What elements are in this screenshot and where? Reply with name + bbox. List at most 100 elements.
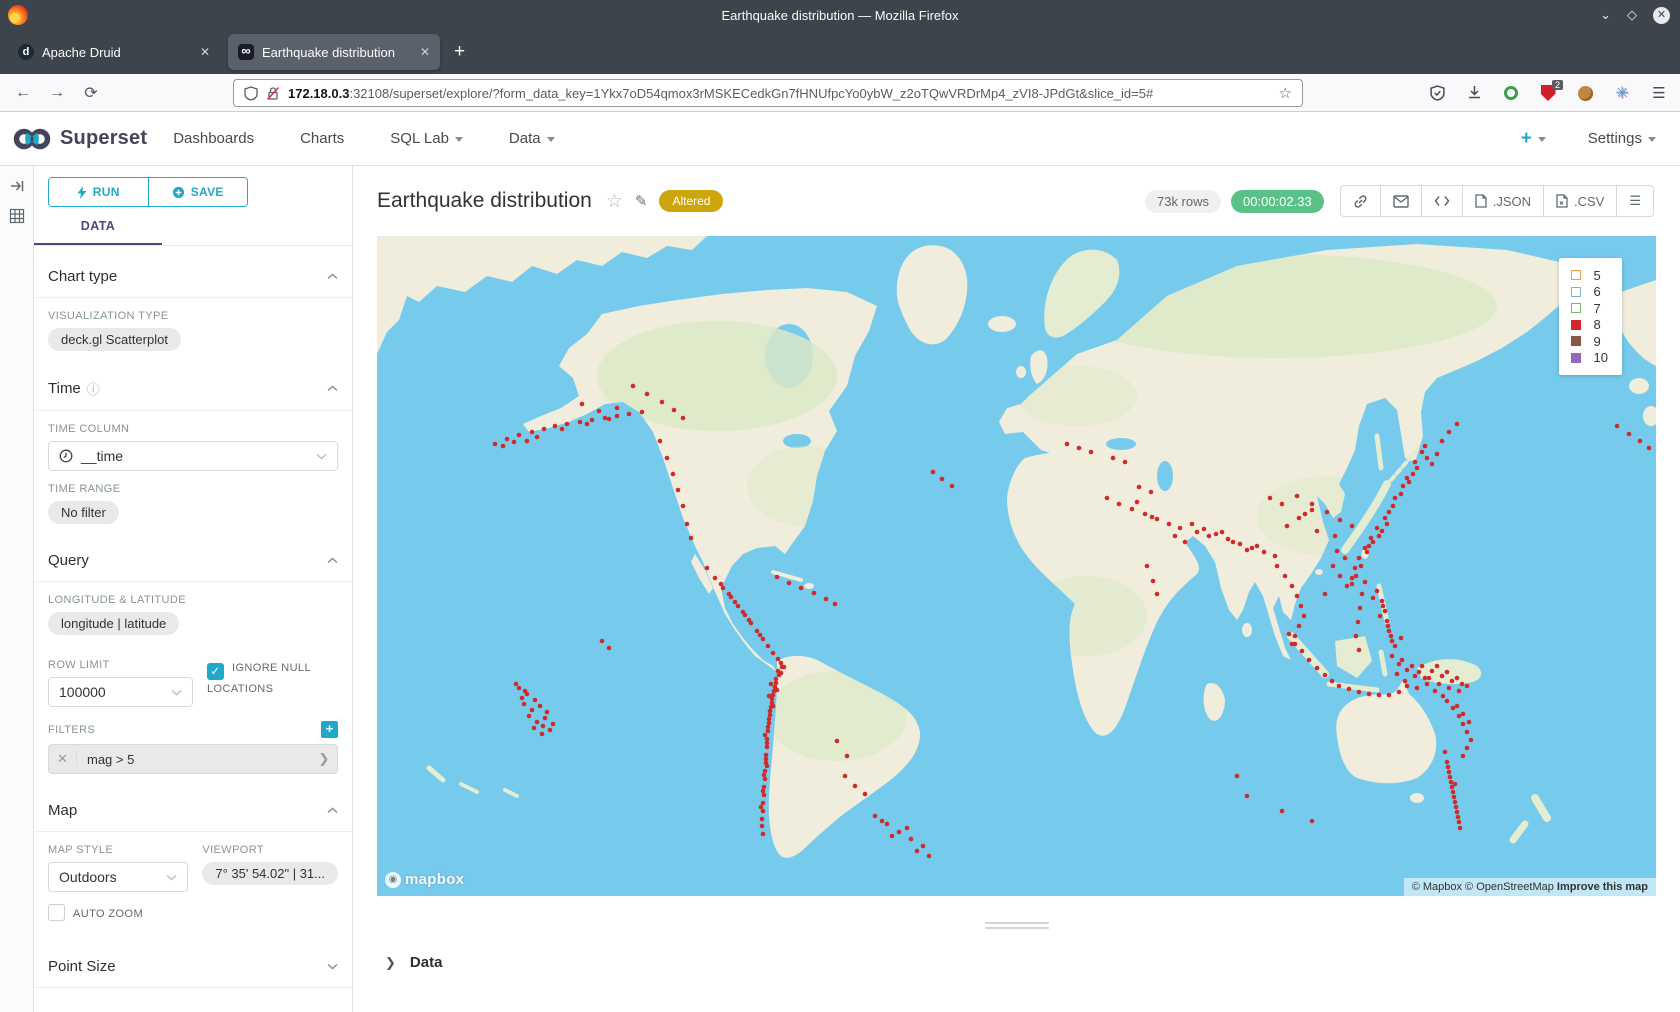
earthquake-point[interactable] [1427,676,1432,681]
earthquake-point[interactable] [1065,442,1070,447]
legend-entry[interactable]: 10 [1571,350,1608,367]
earthquake-point[interactable] [1303,512,1308,517]
earthquake-point[interactable] [1371,596,1376,601]
earthquake-point[interactable] [545,710,550,715]
earthquake-point[interactable] [1297,516,1302,521]
tab-close-icon[interactable]: ✕ [200,45,210,59]
earthquake-point[interactable] [1335,549,1340,554]
earthquake-point[interactable] [1437,682,1442,687]
reload-button[interactable]: ⟳ [74,83,108,103]
back-button[interactable]: ← [6,84,40,102]
earthquake-point[interactable] [779,671,784,676]
tab-earthquake-distribution[interactable]: ∞ Earthquake distribution ✕ [228,34,440,70]
earthquake-point[interactable] [873,814,878,819]
earthquake-point[interactable] [767,721,772,726]
earthquake-point[interactable] [1375,589,1380,594]
earthquake-point[interactable] [1449,780,1454,785]
time-column-select[interactable]: __time [48,441,338,471]
expand-filter-icon[interactable]: ❯ [311,751,337,767]
earthquake-point[interactable] [1465,746,1470,751]
earthquake-point[interactable] [1647,446,1652,451]
lonlat-value[interactable]: longitude | latitude [48,612,179,635]
earthquake-point[interactable] [1456,815,1461,820]
remove-filter-icon[interactable]: ✕ [49,751,77,767]
earthquake-point[interactable] [736,604,741,609]
earthquake-point[interactable] [765,745,770,750]
earthquake-point[interactable] [1315,529,1320,534]
earthquake-point[interactable] [1280,809,1285,814]
earthquake-point[interactable] [885,822,890,827]
time-range-value[interactable]: No filter [48,501,119,524]
earthquake-point[interactable] [1393,496,1398,501]
earthquake-point[interactable] [1460,682,1465,687]
earthquake-point[interactable] [1338,574,1343,579]
earthquake-point[interactable] [1385,619,1390,624]
earthquake-point[interactable] [931,470,936,475]
earthquake-point[interactable] [681,504,686,509]
earthquake-point[interactable] [762,773,767,778]
earthquake-point[interactable] [514,682,519,687]
earthquake-point[interactable] [1202,527,1207,532]
earthquake-point[interactable] [1273,554,1278,559]
earthquake-point[interactable] [1347,687,1352,692]
earthquake-point[interactable] [645,392,650,397]
earthquake-point[interactable] [1425,682,1430,687]
legend-entry[interactable]: 9 [1571,333,1608,350]
earthquake-point[interactable] [1467,720,1472,725]
earthquake-point[interactable] [1149,490,1154,495]
earthquake-point[interactable] [1399,636,1404,641]
earthquake-point[interactable] [909,837,914,842]
earthquake-point[interactable] [615,406,620,411]
earthquake-point[interactable] [1445,699,1450,704]
add-filter-button[interactable]: + [321,721,338,738]
menu-icon[interactable]: ☰ [1650,84,1668,102]
earthquake-point[interactable] [1465,684,1470,689]
earthquake-point[interactable] [915,849,920,854]
earthquake-point[interactable] [762,793,767,798]
earthquake-point[interactable] [578,420,583,425]
earthquake-point[interactable] [766,729,771,734]
new-tab-button[interactable]: + [454,41,465,63]
earthquake-point[interactable] [1440,674,1445,679]
legend-entry[interactable]: 8 [1571,317,1608,334]
earthquake-point[interactable] [880,819,885,824]
earthquake-point[interactable] [1358,606,1363,611]
earthquake-point[interactable] [768,709,773,714]
earthquake-point[interactable] [540,732,545,737]
earthquake-point[interactable] [1235,774,1240,779]
earthquake-point[interactable] [719,582,724,587]
earthquake-point[interactable] [1220,530,1225,535]
nav-data[interactable]: Data [509,130,555,147]
earthquake-point[interactable] [1448,775,1453,780]
earthquake-point[interactable] [769,682,774,687]
earthquake-point[interactable] [1367,544,1372,549]
earthquake-point[interactable] [1280,502,1285,507]
earthquake-point[interactable] [1123,460,1128,465]
settings-menu[interactable]: Settings [1588,130,1656,147]
earthquake-point[interactable] [553,424,558,429]
earthquake-point[interactable] [1455,422,1460,427]
save-button[interactable]: SAVE [148,178,248,206]
earthquake-point[interactable] [761,801,766,806]
earthquake-point[interactable] [1445,670,1450,675]
earthquake-point[interactable] [763,777,768,782]
earthquake-point[interactable] [1325,510,1330,515]
earthquake-point[interactable] [1295,594,1300,599]
earthquake-point[interactable] [1360,592,1365,597]
earthquake-point[interactable] [761,789,766,794]
superset-logo[interactable]: Superset [12,127,147,151]
earthquake-point[interactable] [1155,592,1160,597]
earthquake-point[interactable] [1297,624,1302,629]
earthquake-point[interactable] [1363,546,1368,551]
earthquake-point[interactable] [1383,516,1388,521]
earthquake-point[interactable] [522,702,527,707]
earthquake-point[interactable] [1393,644,1398,649]
earthquake-point[interactable] [1411,472,1416,477]
earthquake-point[interactable] [1380,529,1385,534]
earthquake-point[interactable] [1300,649,1305,654]
tab-apache-druid[interactable]: d Apache Druid ✕ [8,34,220,70]
earthquake-point[interactable] [1315,666,1320,671]
earthquake-point[interactable] [780,665,785,670]
earthquake-point[interactable] [603,416,608,421]
viewport-value[interactable]: 7° 35' 54.02" | 31... [202,862,338,885]
